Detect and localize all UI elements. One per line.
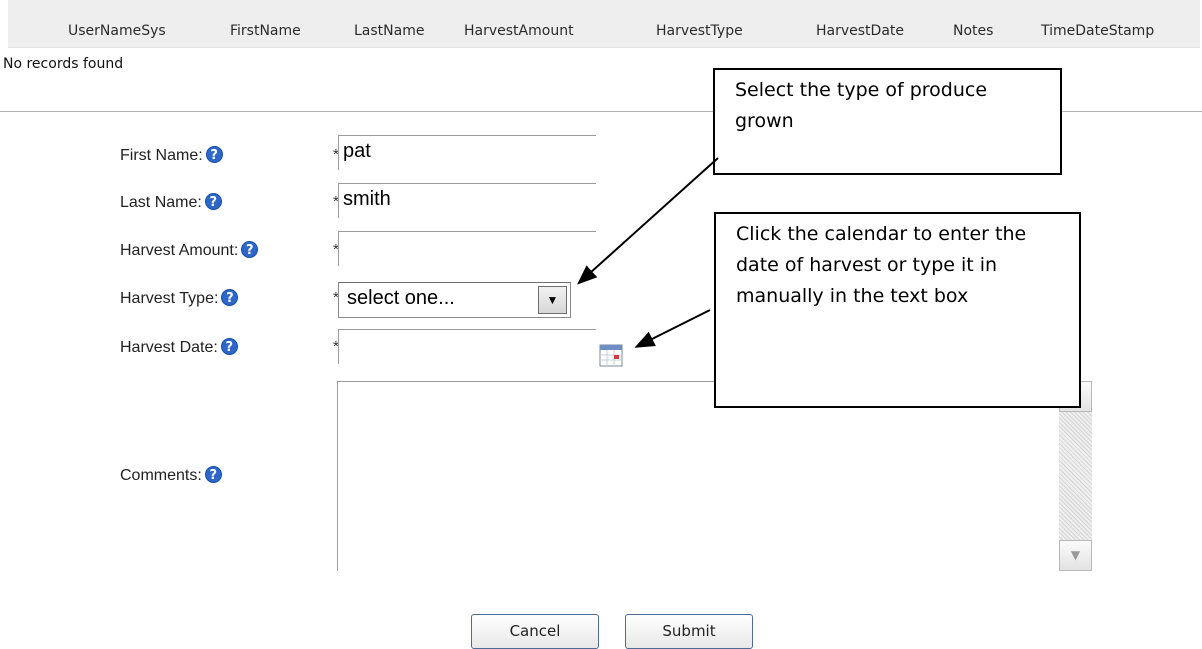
arrow-to-calendar: [634, 309, 711, 348]
help-icon[interactable]: ?: [205, 146, 223, 163]
calendar-icon[interactable]: [599, 344, 623, 367]
harvest-type-label-row: Harvest Type:?: [120, 289, 239, 308]
comments-label: Comments:: [120, 467, 202, 484]
harvest-type-callout: Select the type of produce grown: [713, 68, 1062, 175]
harvest-date-callout: Click the calendar to enter the date of …: [714, 212, 1081, 408]
comments-label-row: Comments:?: [120, 466, 222, 485]
harvest-date-label: Harvest Date:: [120, 339, 218, 356]
scroll-down-button[interactable]: ▼: [1059, 540, 1092, 571]
harvest-type-label: Harvest Type:: [120, 290, 219, 307]
column-header-notes[interactable]: Notes: [953, 0, 993, 47]
help-icon[interactable]: ?: [220, 338, 238, 355]
dropdown-arrow-button[interactable]: ▼: [538, 286, 567, 314]
comments-scrollbar[interactable]: ▲ ▼: [1059, 381, 1092, 571]
help-icon[interactable]: ?: [204, 466, 222, 483]
harvest-amount-input[interactable]: [338, 231, 596, 266]
no-records-message: No records found: [3, 56, 124, 72]
submit-button[interactable]: Submit: [625, 614, 753, 649]
grid-header-row: UserNameSys FirstName LastName HarvestAm…: [8, 0, 1200, 48]
help-icon[interactable]: ?: [221, 289, 239, 306]
column-header-firstname[interactable]: FirstName: [230, 0, 301, 47]
help-icon[interactable]: ?: [204, 193, 222, 210]
column-header-harvestdate[interactable]: HarvestDate: [816, 0, 904, 47]
harvest-date-input[interactable]: [338, 329, 596, 364]
first-name-input[interactable]: pat: [338, 135, 596, 170]
column-header-harvesttype[interactable]: HarvestType: [656, 0, 743, 47]
harvest-amount-label: Harvest Amount:: [120, 242, 239, 259]
column-header-usernamesys[interactable]: UserNameSys: [68, 0, 166, 47]
comments-textarea[interactable]: [337, 381, 1092, 571]
last-name-input[interactable]: smith: [338, 183, 596, 218]
first-name-label: First Name:: [120, 147, 203, 164]
harvest-type-select[interactable]: select one... ▼: [338, 282, 571, 318]
column-header-harvestamount[interactable]: HarvestAmount: [464, 0, 574, 47]
harvest-type-selected-value: select one...: [347, 287, 455, 309]
cancel-button[interactable]: Cancel: [471, 614, 599, 649]
column-header-timedatestamp[interactable]: TimeDateStamp: [1041, 0, 1154, 47]
arrow-to-harvest-type: [577, 157, 719, 285]
last-name-label: Last Name:: [120, 194, 202, 211]
first-name-label-row: First Name:?: [120, 146, 223, 165]
harvest-amount-label-row: Harvest Amount:?: [120, 241, 259, 260]
last-name-label-row: Last Name:?: [120, 193, 222, 212]
harvest-date-label-row: Harvest Date:?: [120, 338, 238, 357]
column-header-lastname[interactable]: LastName: [354, 0, 424, 47]
help-icon[interactable]: ?: [241, 241, 259, 258]
